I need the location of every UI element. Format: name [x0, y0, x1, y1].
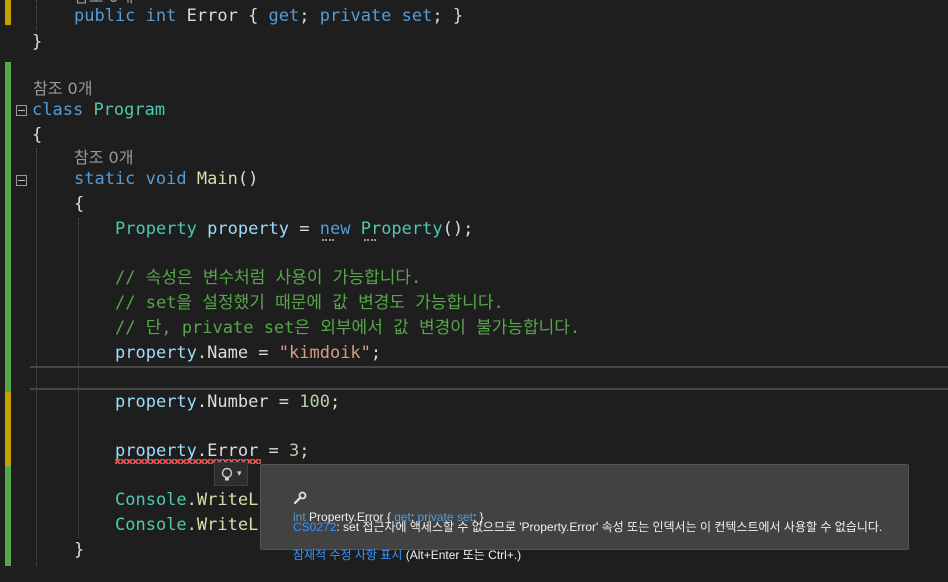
- keyword: private: [319, 6, 392, 26]
- code-line: {: [32, 125, 43, 145]
- current-line-highlight: [30, 366, 948, 390]
- tooltip-error: CS0272: set 접근자에 액세스할 수 없으므로 'Property.E…: [273, 500, 882, 534]
- number-literal: 100: [299, 392, 330, 412]
- variable: property: [115, 441, 197, 461]
- comment-line: // 속성은 변수처럼 사용이 가능합니다.: [115, 268, 422, 288]
- indent-guide: [36, 148, 37, 566]
- tooltip-signature: int Property.Error { get; private set; }: [273, 472, 484, 524]
- error-tooltip: int Property.Error { get; private set; }…: [260, 464, 909, 562]
- keyword: get: [268, 6, 300, 26]
- method-name: .WriteL: [186, 515, 259, 535]
- collapse-icon[interactable]: −: [16, 175, 27, 186]
- suggestion-dots[interactable]: [364, 236, 376, 241]
- keyword: class: [32, 100, 84, 120]
- gutter-saved-marker: [5, 466, 11, 566]
- code-line: property.Number = 100;: [115, 390, 340, 415]
- quick-actions-button[interactable]: ▾: [214, 462, 248, 486]
- type-name: Property: [115, 219, 197, 239]
- punctuation: ;: [329, 392, 341, 412]
- gutter-modified-marker: [5, 0, 11, 25]
- keyword: set: [401, 6, 433, 26]
- punctuation: (): [237, 169, 259, 189]
- number-literal: 3: [289, 441, 300, 461]
- punctuation: ;: [299, 6, 320, 26]
- code-editor[interactable]: − − 참조 0개 public int Error { get; privat…: [0, 0, 948, 566]
- gutter-saved-marker: [5, 62, 11, 392]
- code-line: property.Name = "kimdoik";: [115, 341, 381, 366]
- identifier: Error: [186, 6, 238, 26]
- punctuation: ;: [370, 343, 382, 363]
- punctuation: ; }: [432, 6, 464, 26]
- suggestion-dots[interactable]: [322, 236, 334, 241]
- gutter-modified-marker: [5, 392, 11, 466]
- comment-line: // set을 설정했기 때문에 값 변경도 가능합니다.: [115, 293, 504, 313]
- variable: property: [207, 219, 290, 239]
- code-line: }: [74, 540, 85, 560]
- code-line: class Program: [32, 98, 165, 123]
- variable: property: [115, 392, 197, 412]
- punctuation: {: [237, 6, 269, 26]
- tooltip-fix: 잠재적 수정 사항 표시 (Alt+Enter 또는 Ctrl+.): [273, 528, 521, 562]
- keyword: static: [74, 169, 136, 189]
- code-line: Console.WriteL: [115, 513, 258, 538]
- class-name: Program: [93, 100, 166, 120]
- keyword: void: [145, 169, 187, 189]
- chevron-down-icon: ▾: [237, 469, 242, 479]
- type-name: Console: [115, 515, 187, 535]
- show-potential-fixes-link[interactable]: 잠재적 수정 사항 표시: [293, 548, 402, 562]
- code-line: {: [74, 194, 85, 214]
- punctuation: ;: [299, 441, 310, 461]
- code-line: static void Main(): [74, 167, 258, 192]
- collapse-icon[interactable]: −: [16, 105, 27, 116]
- comment-line: // 단, private set은 외부에서 값 변경이 불가능합니다.: [115, 318, 581, 338]
- type-name: Console: [115, 490, 187, 510]
- operator: =: [289, 219, 320, 239]
- variable: property: [115, 343, 197, 363]
- method-name: Main: [196, 169, 238, 189]
- punctuation: ();: [442, 219, 474, 239]
- method-name: .WriteL: [186, 490, 259, 510]
- fix-shortcut-hint: (Alt+Enter 또는 Ctrl+.): [402, 548, 522, 562]
- code-line: public int Error { get; private set; }: [74, 4, 463, 29]
- member-access: .Error =: [196, 441, 290, 461]
- code-line: }: [32, 32, 43, 52]
- code-line: Console.WriteL: [115, 488, 258, 513]
- string-literal: "kimdoik": [278, 343, 371, 363]
- member-access: .Name =: [196, 343, 279, 363]
- member-access: .Number =: [196, 392, 300, 412]
- keyword: public: [74, 6, 136, 26]
- code-line: Property property = new Property();: [115, 217, 473, 242]
- keyword: int: [145, 6, 177, 26]
- lightbulb-icon: [221, 467, 233, 481]
- indent-guide: [36, 0, 37, 30]
